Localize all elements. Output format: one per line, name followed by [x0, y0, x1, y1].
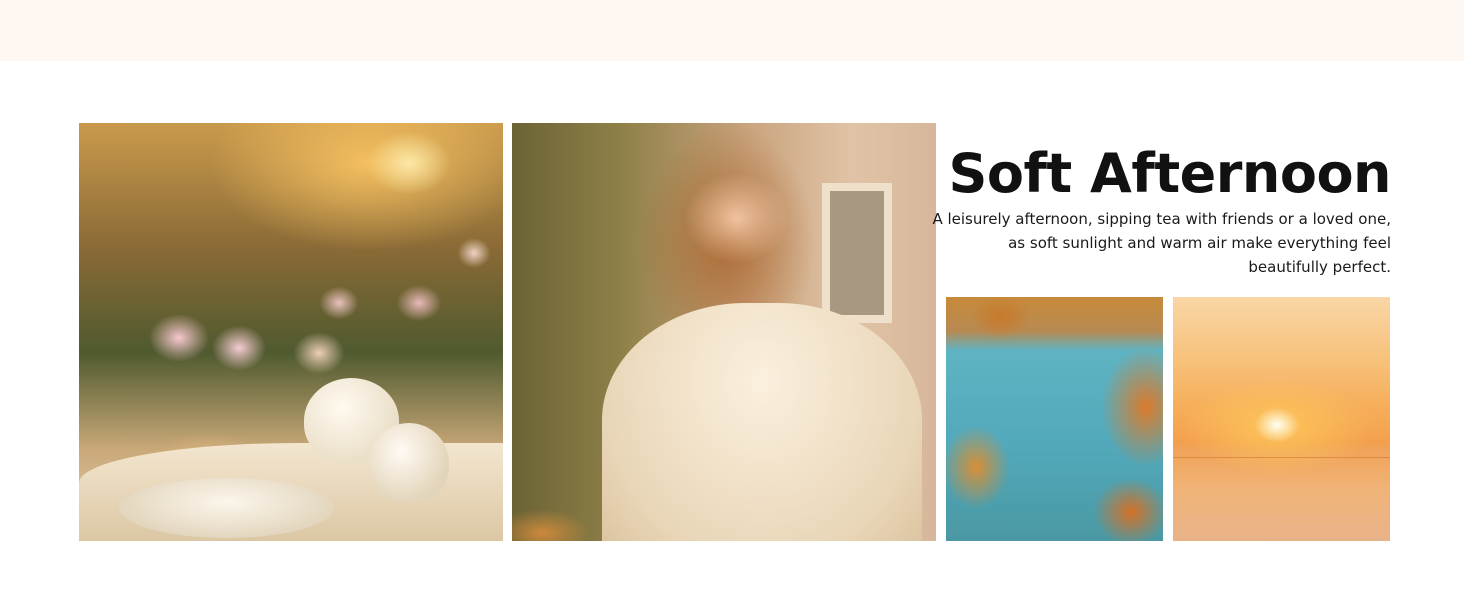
plate-shape — [119, 478, 334, 538]
sugar-pot-shape — [369, 423, 449, 503]
banner-description: A leisurely afternoon, sipping tea with … — [932, 210, 1391, 276]
banner-title: Soft Afternoon — [948, 142, 1391, 205]
top-band — [0, 0, 1464, 61]
sunset-sea-photo — [1173, 297, 1390, 541]
tea-party-photo — [79, 123, 503, 541]
woman-in-garden-photo — [512, 123, 936, 541]
horizon-line — [1173, 457, 1390, 458]
autumn-lake-photo — [946, 297, 1163, 541]
dress-shape — [602, 303, 922, 541]
window-shape — [822, 183, 892, 323]
